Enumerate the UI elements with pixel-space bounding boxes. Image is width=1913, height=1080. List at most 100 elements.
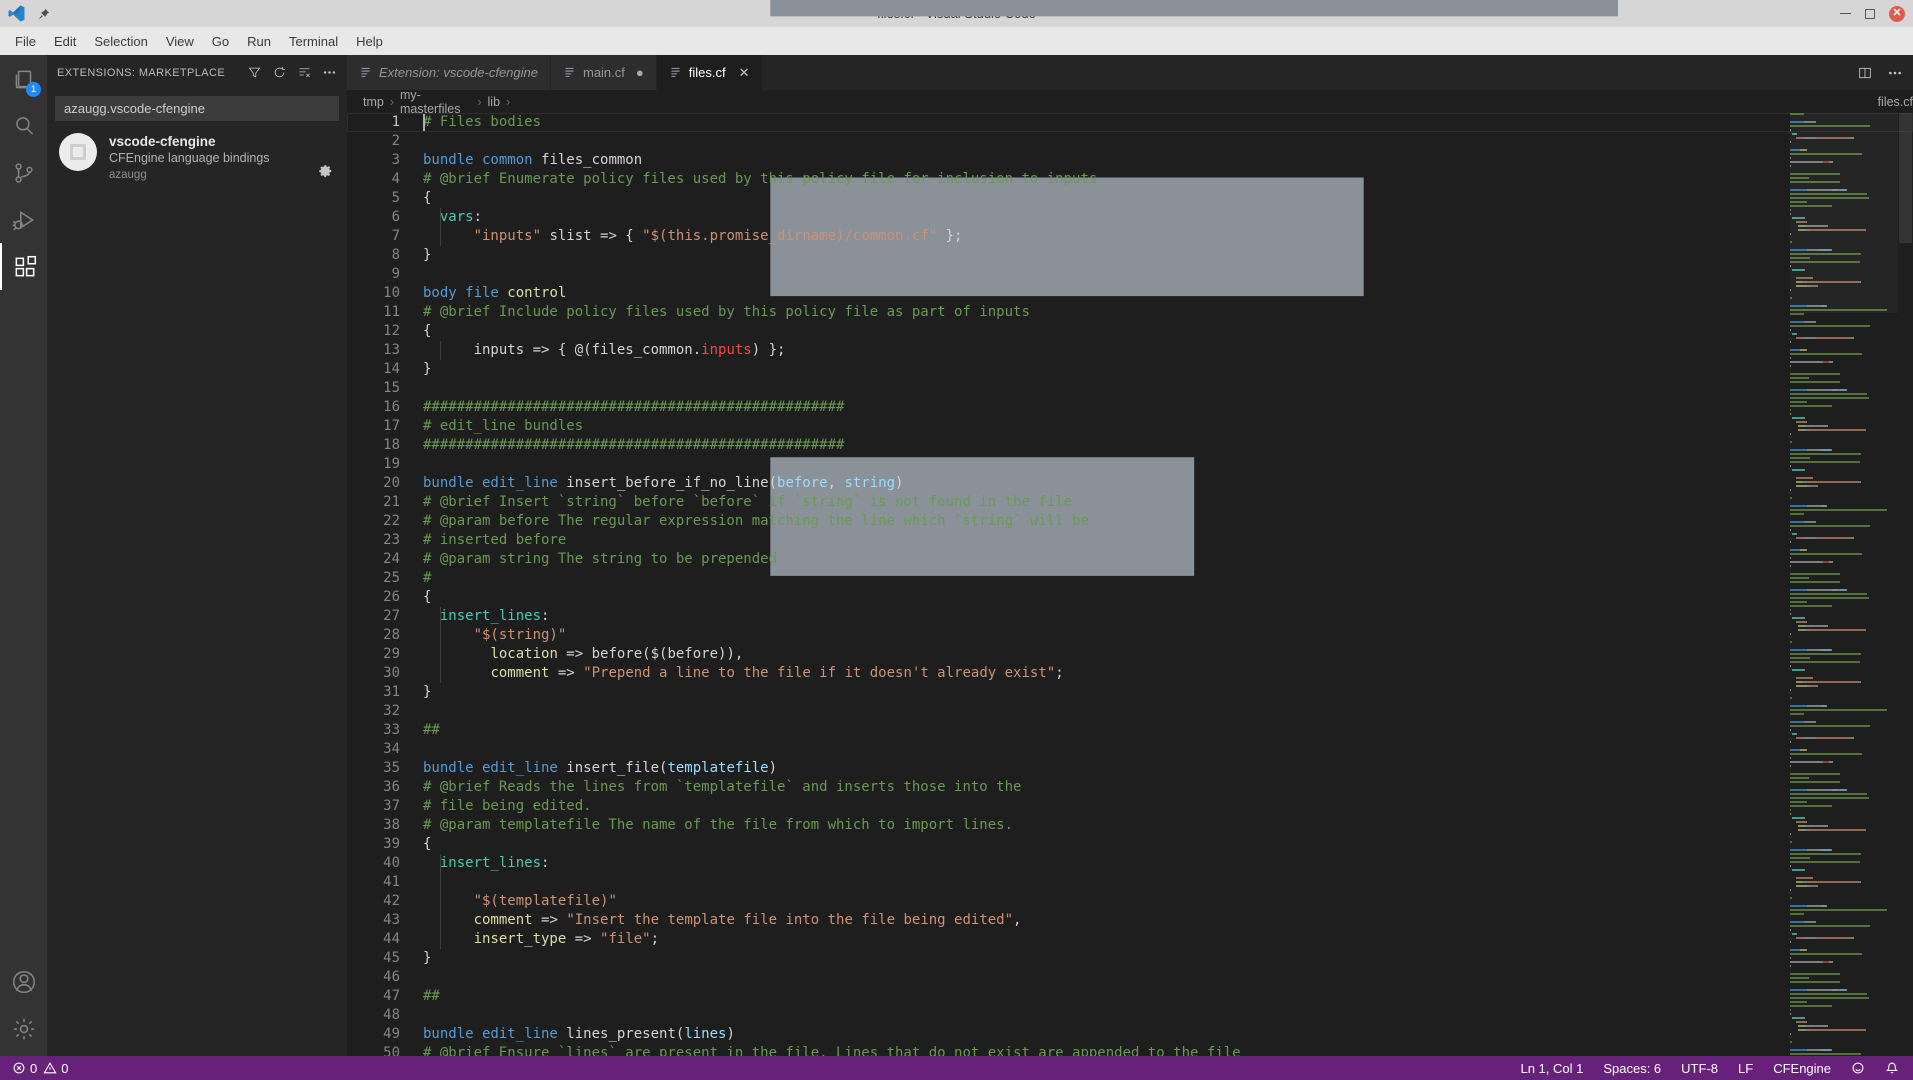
editor-more-actions-icon[interactable] bbox=[1887, 65, 1903, 81]
minimap-viewport[interactable] bbox=[1790, 113, 1898, 313]
code-line[interactable]: 30 comment => "Prepend a line to the fil… bbox=[347, 664, 1913, 683]
minimap-line bbox=[1790, 709, 1898, 711]
code-line[interactable]: 17# edit_line bundles bbox=[347, 417, 1913, 436]
menu-edit[interactable]: Edit bbox=[45, 30, 85, 53]
code-line[interactable]: 41 bbox=[347, 873, 1913, 892]
code-line[interactable]: 47## bbox=[347, 987, 1913, 1006]
close-button[interactable]: ✕ bbox=[1889, 6, 1905, 22]
line-content: # Files bodies bbox=[400, 113, 541, 132]
vertical-scrollbar[interactable] bbox=[1898, 113, 1913, 1056]
code-line[interactable]: 24# @param string The string to be prepe… bbox=[347, 550, 1913, 569]
code-line[interactable]: 35bundle edit_line insert_file(templatef… bbox=[347, 759, 1913, 778]
code-line[interactable]: 31} bbox=[347, 683, 1913, 702]
minimap-line bbox=[1790, 369, 1898, 371]
activity-run-debug[interactable] bbox=[0, 196, 47, 243]
code-line[interactable]: 14} bbox=[347, 360, 1913, 379]
code-line[interactable]: 49bundle edit_line lines_present(lines) bbox=[347, 1025, 1913, 1044]
line-content: # file being edited. bbox=[400, 797, 592, 816]
extension-manage-gear-icon[interactable] bbox=[319, 164, 333, 183]
code-line[interactable]: 2 bbox=[347, 132, 1913, 151]
status-spaces[interactable]: Spaces: 6 bbox=[1603, 1061, 1661, 1076]
code-line[interactable]: 13 inputs => { @(files_common.inputs) }; bbox=[347, 341, 1913, 360]
menu-selection[interactable]: Selection bbox=[85, 30, 156, 53]
code-line[interactable]: 28 "$(string)" bbox=[347, 626, 1913, 645]
code-line[interactable]: 18######################################… bbox=[347, 436, 1913, 455]
extension-list-item[interactable]: vscode-cfengine CFEngine language bindin… bbox=[47, 121, 347, 193]
code-line[interactable]: 20bundle edit_line insert_before_if_no_l… bbox=[347, 474, 1913, 493]
code-editor[interactable]: 1# Files bodies23bundle common files_com… bbox=[347, 113, 1913, 1056]
refresh-icon[interactable] bbox=[272, 65, 287, 80]
code-line[interactable]: 23# inserted before bbox=[347, 531, 1913, 550]
code-line[interactable]: 19 bbox=[347, 455, 1913, 474]
clear-search-icon[interactable] bbox=[297, 65, 312, 80]
minimap-line bbox=[1790, 469, 1898, 471]
code-line[interactable]: 9 bbox=[347, 265, 1913, 284]
activity-explorer[interactable]: 1 bbox=[0, 55, 47, 102]
menu-run[interactable]: Run bbox=[238, 30, 280, 53]
code-line[interactable]: 8} bbox=[347, 246, 1913, 265]
activity-extensions[interactable] bbox=[0, 243, 47, 290]
code-line[interactable]: 3bundle common files_common bbox=[347, 151, 1913, 170]
status-warnings[interactable]: 0 bbox=[43, 1061, 68, 1076]
code-line[interactable]: 45} bbox=[347, 949, 1913, 968]
breadcrumb-item[interactable]: my-masterfiles bbox=[400, 88, 471, 116]
activity-search[interactable] bbox=[0, 102, 47, 149]
code-line[interactable]: 33## bbox=[347, 721, 1913, 740]
status-lf[interactable]: LF bbox=[1738, 1061, 1753, 1076]
indent-guide bbox=[440, 208, 441, 227]
accounts-button[interactable] bbox=[0, 958, 47, 1005]
menu-view[interactable]: View bbox=[157, 30, 203, 53]
line-number: 41 bbox=[347, 873, 400, 892]
more-actions-icon[interactable] bbox=[322, 65, 337, 80]
code-line[interactable]: 50# @brief Ensure `lines` are present in… bbox=[347, 1044, 1913, 1056]
code-line[interactable]: 1# Files bodies bbox=[347, 113, 1913, 132]
code-line[interactable]: 37# file being edited. bbox=[347, 797, 1913, 816]
menu-go[interactable]: Go bbox=[203, 30, 238, 53]
code-line[interactable]: 4# @brief Enumerate policy files used by… bbox=[347, 170, 1913, 189]
code-line[interactable]: 39{ bbox=[347, 835, 1913, 854]
filter-icon[interactable] bbox=[247, 65, 262, 80]
breadcrumb-item[interactable]: lib bbox=[488, 95, 501, 109]
minimap[interactable] bbox=[1790, 113, 1898, 1056]
code-line[interactable]: 21# @brief Insert `string` before `befor… bbox=[347, 493, 1913, 512]
status-utf-8[interactable]: UTF-8 bbox=[1681, 1061, 1718, 1076]
code-line[interactable]: 43 comment => "Insert the template file … bbox=[347, 911, 1913, 930]
code-line[interactable]: 32 bbox=[347, 702, 1913, 721]
code-line[interactable]: 25# bbox=[347, 569, 1913, 588]
breadcrumb-item[interactable]: tmp bbox=[363, 95, 384, 109]
status-feedback-icon[interactable] bbox=[1851, 1061, 1865, 1075]
code-line[interactable]: 42 "$(templatefile)" bbox=[347, 892, 1913, 911]
extensions-search-input[interactable] bbox=[56, 97, 338, 120]
code-line[interactable]: 44 insert_type => "file"; bbox=[347, 930, 1913, 949]
code-line[interactable]: 10body file control bbox=[347, 284, 1913, 303]
code-line[interactable]: 7 "inputs" slist => { "$(this.promise_di… bbox=[347, 227, 1913, 246]
breadcrumb-item[interactable]: files.cf bbox=[1878, 95, 1913, 109]
menu-terminal[interactable]: Terminal bbox=[280, 30, 347, 53]
code-line[interactable]: 29 location => before($(before)), bbox=[347, 645, 1913, 664]
code-line[interactable]: 46 bbox=[347, 968, 1913, 987]
activity-source-control[interactable] bbox=[0, 149, 47, 196]
code-line[interactable]: 26{ bbox=[347, 588, 1913, 607]
menu-file[interactable]: File bbox=[6, 30, 45, 53]
code-line[interactable]: 40 insert_lines: bbox=[347, 854, 1913, 873]
settings-button[interactable] bbox=[0, 1005, 47, 1052]
minimap-line bbox=[1790, 849, 1898, 851]
code-line[interactable]: 6 vars: bbox=[347, 208, 1913, 227]
code-line[interactable]: 38# @param templatefile The name of the … bbox=[347, 816, 1913, 835]
code-line[interactable]: 15 bbox=[347, 379, 1913, 398]
code-line[interactable]: 5{ bbox=[347, 189, 1913, 208]
code-line[interactable]: 36# @brief Reads the lines from `templat… bbox=[347, 778, 1913, 797]
code-line[interactable]: 11# @brief Include policy files used by … bbox=[347, 303, 1913, 322]
status-notifications-bell-icon[interactable] bbox=[1885, 1061, 1899, 1075]
code-line[interactable]: 48 bbox=[347, 1006, 1913, 1025]
scrollbar-thumb[interactable] bbox=[1899, 113, 1912, 243]
menu-help[interactable]: Help bbox=[347, 30, 392, 53]
code-line[interactable]: 16######################################… bbox=[347, 398, 1913, 417]
code-line[interactable]: 12{ bbox=[347, 322, 1913, 341]
status-ln-1-col-1[interactable]: Ln 1, Col 1 bbox=[1520, 1061, 1583, 1076]
code-line[interactable]: 27 insert_lines: bbox=[347, 607, 1913, 626]
status-cfengine[interactable]: CFEngine bbox=[1773, 1061, 1831, 1076]
status-errors[interactable]: 0 bbox=[12, 1061, 37, 1076]
code-line[interactable]: 34 bbox=[347, 740, 1913, 759]
code-line[interactable]: 22# @param before The regular expression… bbox=[347, 512, 1913, 531]
